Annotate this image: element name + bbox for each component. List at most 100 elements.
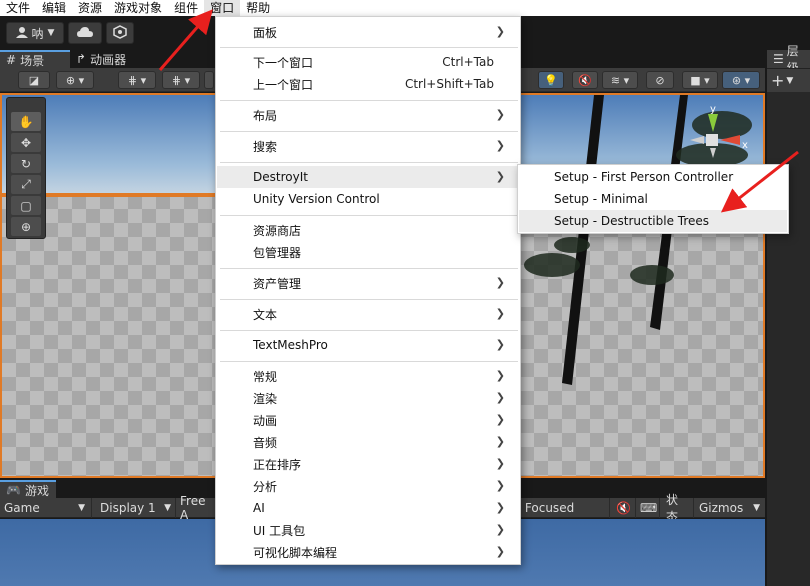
menu-item-audio[interactable]: 音频 ❯ — [217, 431, 519, 453]
menu-item-label: 可视化脚本编程 — [253, 545, 338, 560]
rotate-tool[interactable]: ↻ — [11, 154, 41, 173]
global-dropdown[interactable]: ⊕ ▾ — [56, 71, 94, 89]
view-mode-label: Game — [4, 501, 40, 515]
menu-item-package-manager[interactable]: 包管理器 — [217, 241, 519, 263]
menu-file[interactable]: 文件 — [0, 0, 36, 16]
menu-item-ai[interactable]: AI ❯ — [217, 497, 519, 519]
menu-item-visual-scripting[interactable]: 可视化脚本编程 ❯ — [217, 541, 519, 563]
transform-tool[interactable]: ⊕ — [11, 217, 41, 236]
tab-game[interactable]: 🎮 游戏 — [0, 480, 56, 498]
chevron-right-icon: ❯ — [495, 435, 505, 448]
chevron-down-icon: ▼ — [164, 503, 171, 513]
play-focus-dropdown[interactable]: y Focused — [510, 498, 610, 518]
audio-toggle[interactable]: 🔇 — [572, 71, 598, 89]
menu-item-label: 布局 — [253, 108, 278, 123]
menu-item-unity-version-control[interactable]: Unity Version Control — [217, 188, 519, 210]
submenu-item-setup-fpc[interactable]: Setup - First Person Controller — [519, 166, 787, 188]
menu-bar: 文件 编辑 资源 游戏对象 组件 窗口 帮助 — [0, 0, 810, 16]
scale-icon: ⤢ — [21, 177, 31, 191]
menu-item-label: 下一个窗口 — [253, 55, 314, 70]
camera-dropdown[interactable]: ■ ▾ — [682, 71, 718, 89]
menu-item-label: AI — [253, 501, 265, 515]
menu-gameobject[interactable]: 游戏对象 — [108, 0, 168, 16]
menu-item-text[interactable]: 文本 ❯ — [217, 303, 519, 325]
menu-item-analysis[interactable]: 分析 ❯ — [217, 475, 519, 497]
effects-dropdown[interactable]: ≋ ▾ — [602, 71, 638, 89]
menu-item-label: 上一个窗口 — [253, 77, 314, 92]
menu-item-prev-window[interactable]: 上一个窗口 Ctrl+Shift+Tab — [217, 73, 519, 95]
menu-separator — [220, 100, 518, 101]
tab-animator[interactable]: ↱ 动画器 — [70, 50, 152, 68]
menu-item-rendering[interactable]: 渲染 ❯ — [217, 387, 519, 409]
chevron-right-icon: ❯ — [495, 523, 505, 536]
menu-component[interactable]: 组件 — [168, 0, 204, 16]
menu-separator — [220, 268, 518, 269]
menu-item-general[interactable]: 常规 ❯ — [217, 365, 519, 387]
gizmo-y-cone[interactable] — [708, 114, 718, 132]
gizmo-neg-x-cone[interactable] — [690, 136, 704, 144]
gizmo-center[interactable] — [706, 134, 718, 146]
tab-scene[interactable]: # 场景 — [0, 50, 70, 68]
draw-mode-button[interactable]: ◪ — [18, 71, 50, 89]
menu-item-label: DestroyIt — [253, 170, 308, 184]
menu-edit[interactable]: 编辑 — [36, 0, 72, 16]
gizmo-icon: ⊛ ▾ — [731, 73, 751, 87]
services-button[interactable] — [106, 22, 134, 44]
add-button[interactable]: + — [771, 71, 784, 90]
visibility-toggle[interactable]: ⊘ — [646, 71, 674, 89]
play-focus-label: y Focused — [514, 501, 575, 515]
chevron-right-icon: ❯ — [495, 139, 505, 152]
increment-button[interactable] — [204, 71, 214, 89]
mute-audio-button[interactable]: 🔇 — [612, 498, 636, 518]
menu-item-panels[interactable]: 面板 ❯ — [217, 21, 519, 43]
lighting-toggle[interactable]: 💡 — [538, 71, 564, 89]
tab-hierarchy[interactable]: ☰ 层级 — [767, 44, 810, 75]
hexagon-icon — [113, 24, 127, 42]
tab-game-label: 游戏 — [24, 483, 49, 498]
keyboard-button[interactable]: ⌨ — [636, 498, 660, 518]
menu-item-search[interactable]: 搜索 ❯ — [217, 135, 519, 157]
menu-help[interactable]: 帮助 — [240, 0, 276, 16]
account-button[interactable]: 呐 ▼ — [6, 22, 64, 44]
display-dropdown[interactable]: Display 1 ▼ — [96, 498, 176, 518]
menu-item-asset-management[interactable]: 资产管理 ❯ — [217, 272, 519, 294]
submenu-item-setup-destructible-trees[interactable]: Setup - Destructible Trees — [519, 210, 787, 232]
keyboard-icon: ⌨ — [640, 501, 658, 515]
gizmos-dropdown-game[interactable]: Gizmos ▼ — [695, 498, 765, 518]
menu-item-destroyit[interactable]: DestroyIt ❯ — [217, 166, 519, 188]
menu-item-animation[interactable]: 动画 ❯ — [217, 409, 519, 431]
menu-separator — [220, 47, 518, 48]
chevron-right-icon: ❯ — [495, 307, 505, 320]
menu-separator — [220, 330, 518, 331]
view-mode-dropdown[interactable]: Game ▼ — [0, 498, 92, 518]
submenu-item-setup-minimal[interactable]: Setup - Minimal — [519, 188, 787, 210]
rotate-icon: ↻ — [20, 156, 32, 171]
aspect-label: Free A — [180, 494, 206, 522]
grid-snap-dropdown[interactable]: ⋕ ▾ — [118, 71, 156, 89]
grid-icon: # — [6, 53, 17, 67]
stats-button[interactable]: 状态 — [662, 493, 694, 524]
menu-item-ui-toolkit[interactable]: UI 工具包 ❯ — [217, 519, 519, 541]
menu-item-textmeshpro[interactable]: TextMeshPro ❯ — [217, 334, 519, 356]
rect-icon: ▢ — [20, 198, 32, 213]
chevron-down-icon: ▼ — [786, 75, 794, 86]
cloud-button[interactable] — [68, 22, 102, 44]
grid-dropdown[interactable]: ⋕ ▾ — [162, 71, 200, 89]
menu-item-layouts[interactable]: 布局 ❯ — [217, 104, 519, 126]
rect-tool[interactable]: ▢ — [11, 196, 41, 215]
menu-item-label: 动画 — [253, 413, 278, 428]
scale-tool[interactable]: ⤢ — [11, 175, 41, 194]
menu-assets[interactable]: 资源 — [72, 0, 108, 16]
menu-item-sequencing[interactable]: 正在排序 ❯ — [217, 453, 519, 475]
gizmo-x-cone[interactable] — [720, 135, 740, 145]
chevron-right-icon: ❯ — [495, 479, 505, 492]
gizmo-neg-y-cone[interactable] — [710, 148, 716, 158]
menu-window[interactable]: 窗口 — [204, 0, 241, 16]
hand-tool[interactable]: ✋ — [11, 112, 41, 131]
move-tool[interactable]: ✥ — [11, 133, 41, 152]
gizmos-dropdown[interactable]: ⊛ ▾ — [722, 71, 760, 89]
aspect-dropdown[interactable]: Free A — [176, 494, 216, 522]
menu-item-next-window[interactable]: 下一个窗口 Ctrl+Tab — [217, 51, 519, 73]
menu-item-asset-store[interactable]: 资源商店 — [217, 219, 519, 241]
window-menu: 面板 ❯ 下一个窗口 Ctrl+Tab 上一个窗口 Ctrl+Shift+Tab… — [215, 16, 521, 565]
